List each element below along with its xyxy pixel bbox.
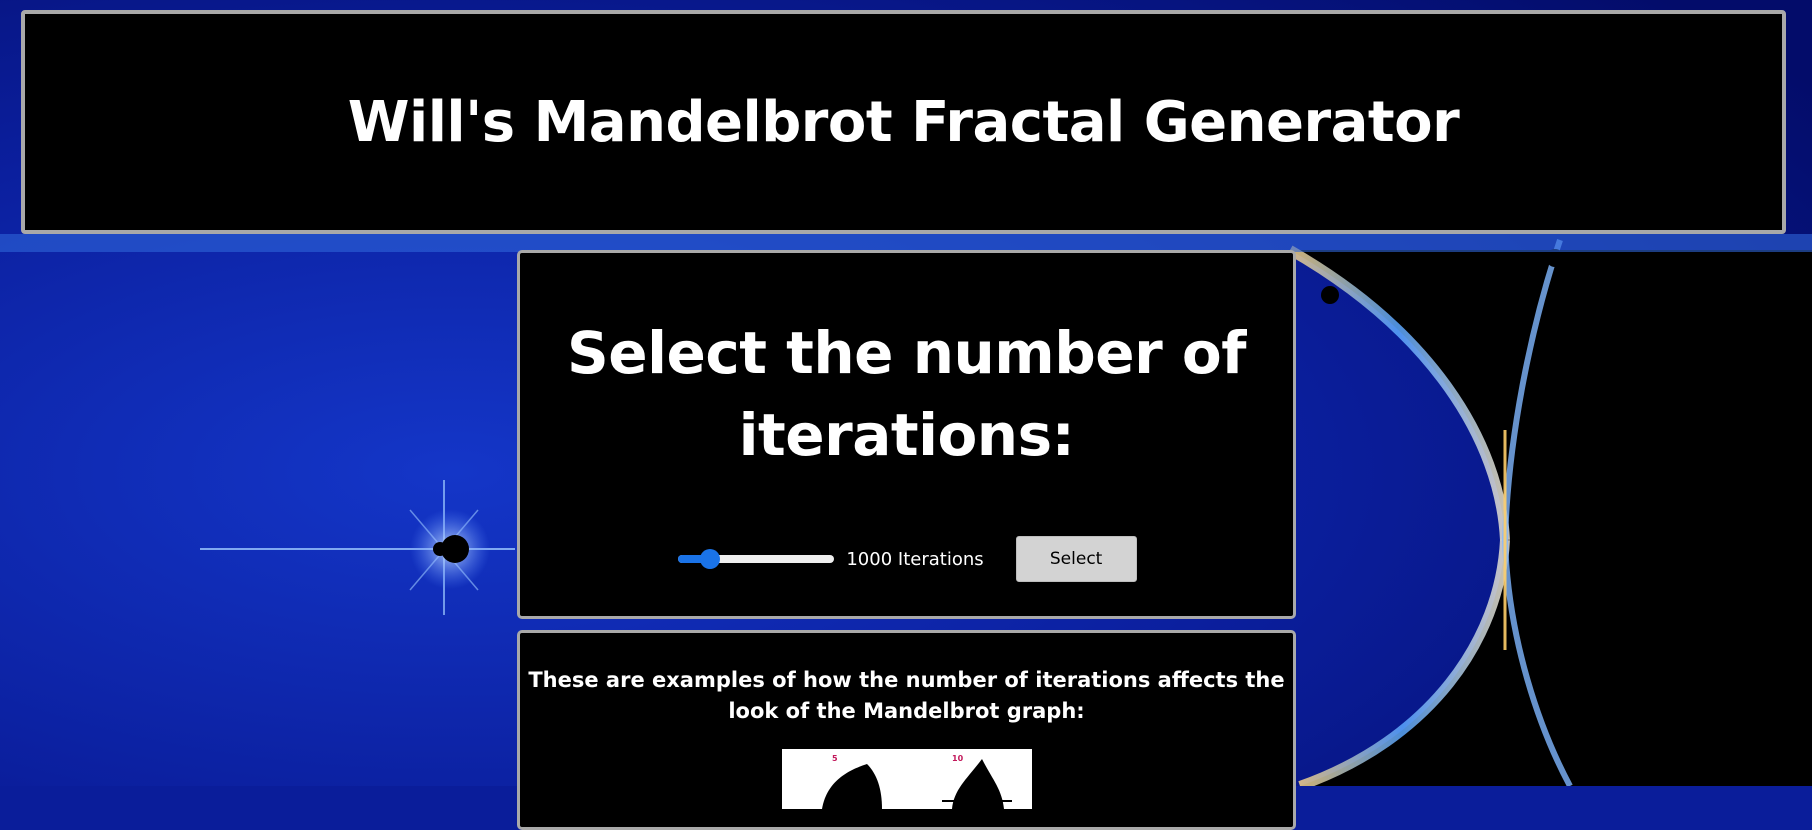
- slider-thumb[interactable]: [699, 549, 720, 569]
- title-banner: Will's Mandelbrot Fractal Generator: [21, 10, 1786, 234]
- iterations-value-label: 1000 Iterations: [846, 548, 984, 570]
- iterations-controls: 1000 Iterations Select: [520, 536, 1293, 582]
- iterations-heading: Select the number of iterations:: [567, 319, 1246, 469]
- select-button[interactable]: Select: [1015, 536, 1137, 582]
- page-title: Will's Mandelbrot Fractal Generator: [347, 89, 1460, 155]
- example-caption-5: 5: [832, 754, 838, 763]
- examples-description: These are examples of how the number of …: [528, 668, 1285, 723]
- iterations-slider[interactable]: [676, 549, 836, 569]
- examples-panel: These are examples of how the number of …: [517, 630, 1296, 830]
- example-caption-10: 10: [952, 754, 964, 763]
- iterations-panel: Select the number of iterations: 1000 It…: [517, 250, 1296, 619]
- iterations-example-image: 5 10: [782, 749, 1032, 809]
- mandelbrot-thumbnail-icon: [822, 759, 1012, 809]
